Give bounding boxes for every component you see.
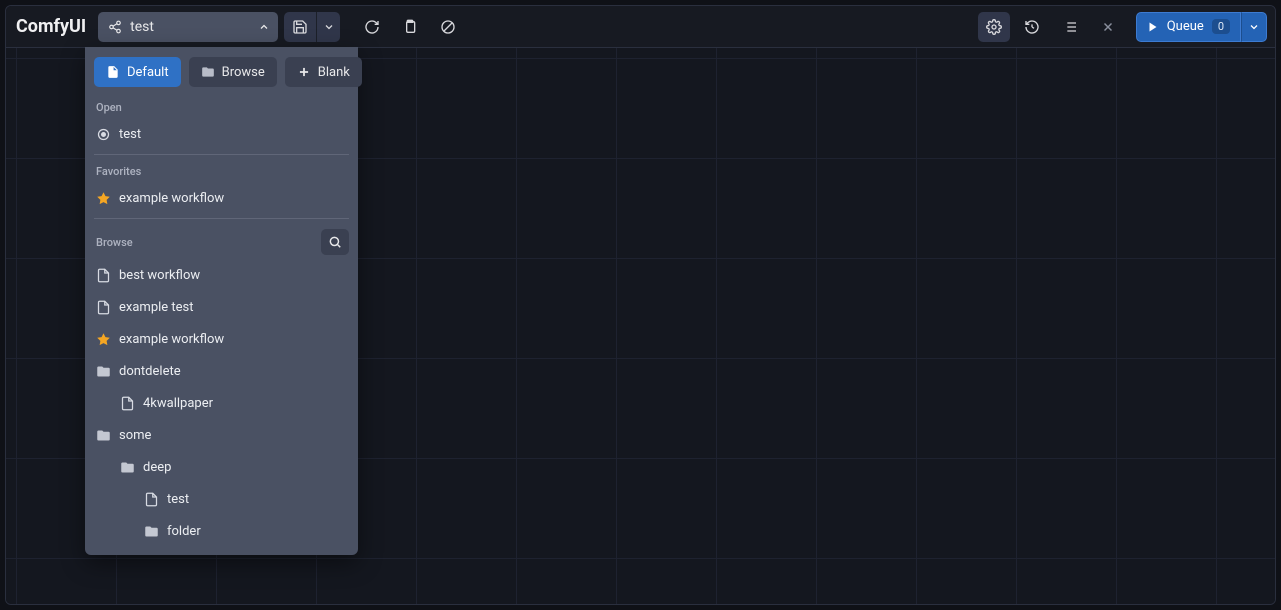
share-icon [108, 20, 122, 34]
folder-icon [201, 65, 215, 79]
save-button-group [284, 12, 340, 42]
list-item-label: folder [167, 524, 201, 539]
refresh-button[interactable] [356, 12, 388, 42]
tab-browse[interactable]: Browse [189, 57, 277, 87]
browse-search-button[interactable] [321, 229, 349, 255]
clipboard-button[interactable] [394, 12, 426, 42]
list-item[interactable]: deep [94, 451, 349, 483]
workflow-selector-label: test [130, 19, 250, 35]
save-dropdown-button[interactable] [316, 12, 340, 42]
tab-blank[interactable]: Blank [285, 57, 362, 87]
list-item[interactable]: example workflow [94, 182, 349, 214]
section-browse-label: Browse [96, 236, 133, 249]
plus-icon [297, 65, 311, 79]
folder-icon [96, 364, 111, 379]
close-button[interactable] [1092, 12, 1124, 42]
workflow-dropdown: Default Browse Blank Open test Favorites… [85, 47, 358, 555]
queue-dropdown-button[interactable] [1241, 12, 1267, 42]
list-item-label: best workflow [119, 268, 200, 283]
queue-button[interactable]: Queue 0 [1136, 12, 1241, 42]
list-item-label: 4kwallpaper [143, 396, 213, 411]
list-item[interactable]: 4kwallpaper [94, 387, 349, 419]
file-icon [144, 492, 159, 507]
tab-blank-label: Blank [318, 65, 350, 80]
list-item-label: dontdelete [119, 364, 181, 379]
folder-icon [96, 428, 111, 443]
play-icon [1147, 21, 1159, 33]
list-item-label: test [167, 492, 189, 507]
list-button[interactable] [1054, 12, 1086, 42]
save-button[interactable] [284, 12, 316, 42]
file-icon [96, 268, 111, 283]
list-item[interactable]: test [94, 483, 349, 515]
file-icon [96, 300, 111, 315]
app-title: ComfyUI [14, 16, 92, 37]
chevron-up-icon [258, 21, 270, 33]
list-item[interactable]: example test [94, 291, 349, 323]
list-item[interactable]: test [94, 118, 349, 150]
list-item-label: deep [143, 460, 171, 475]
tab-browse-label: Browse [222, 65, 265, 80]
cancel-button[interactable] [432, 12, 464, 42]
divider [94, 218, 349, 219]
list-item-label: some [119, 428, 151, 443]
tab-default-label: Default [127, 65, 169, 80]
queue-button-label: Queue [1167, 19, 1204, 34]
star-icon [96, 191, 111, 206]
list-item[interactable]: best workflow [94, 259, 349, 291]
list-item[interactable]: dontdelete [94, 355, 349, 387]
list-item-label: test [119, 127, 141, 142]
folder-icon [120, 460, 135, 475]
history-button[interactable] [1016, 12, 1048, 42]
section-open-label: Open [94, 95, 349, 118]
section-favorites-label: Favorites [94, 159, 349, 182]
file-icon [106, 65, 120, 79]
list-item-label: example workflow [119, 332, 224, 347]
tab-default[interactable]: Default [94, 57, 181, 87]
list-item[interactable]: some [94, 419, 349, 451]
divider [94, 154, 349, 155]
list-item-label: example test [119, 300, 194, 315]
list-item-label: example workflow [119, 191, 224, 206]
top-toolbar: ComfyUI test [6, 6, 1275, 48]
star-icon [96, 332, 111, 347]
target-icon [96, 127, 111, 142]
settings-button[interactable] [978, 12, 1010, 42]
list-item[interactable]: folder [94, 515, 349, 547]
file-icon [120, 396, 135, 411]
folder-icon [144, 524, 159, 539]
workflow-selector[interactable]: test [98, 12, 278, 42]
queue-count-badge: 0 [1212, 19, 1230, 34]
list-item[interactable]: example workflow [94, 323, 349, 355]
